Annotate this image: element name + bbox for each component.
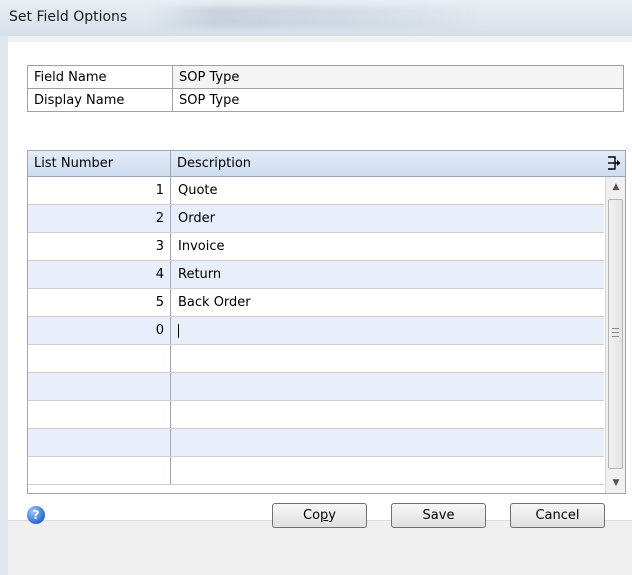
field-info-table: Field Name SOP Type Display Name SOP Typ… bbox=[27, 65, 624, 112]
table-row[interactable]: 4 Return bbox=[28, 261, 604, 289]
help-icon[interactable]: ? bbox=[27, 506, 45, 524]
scroll-up-icon[interactable]: ▲ bbox=[607, 178, 625, 196]
table-row[interactable] bbox=[28, 429, 604, 457]
field-name-value: SOP Type bbox=[172, 65, 624, 89]
column-header-description[interactable]: Description bbox=[171, 151, 591, 176]
grid-header: List Number Description bbox=[28, 151, 625, 177]
description-input-active[interactable] bbox=[178, 317, 179, 344]
list-number-cell[interactable]: 4 bbox=[28, 261, 171, 288]
description-cell[interactable]: Order bbox=[178, 205, 215, 232]
grip-icon bbox=[612, 328, 619, 337]
table-row[interactable] bbox=[28, 345, 604, 373]
blurred-background bbox=[150, 6, 480, 28]
display-name-label: Display Name bbox=[27, 88, 173, 112]
set-field-options-window: Set Field Options Field Name SOP Type Di… bbox=[0, 0, 632, 575]
list-number-cell[interactable]: 3 bbox=[28, 233, 171, 260]
table-row[interactable]: 0 bbox=[28, 317, 604, 345]
list-number-cell[interactable] bbox=[28, 401, 171, 428]
copy-label-part: y bbox=[328, 508, 336, 523]
list-number-cell[interactable]: 5 bbox=[28, 289, 171, 316]
display-name-field[interactable]: SOP Type bbox=[172, 88, 624, 112]
grid-vertical-scrollbar[interactable]: ▲ ▼ bbox=[605, 177, 625, 493]
title-bar: Set Field Options bbox=[0, 0, 632, 37]
expand-arrow-icon[interactable] bbox=[605, 154, 623, 172]
column-header-list-number[interactable]: List Number bbox=[28, 151, 171, 176]
cancel-button[interactable]: Cancel bbox=[510, 503, 605, 528]
table-row[interactable]: 5 Back Order bbox=[28, 289, 604, 317]
description-cell[interactable]: Invoice bbox=[178, 233, 224, 260]
display-name-row: Display Name SOP Type bbox=[27, 88, 624, 112]
table-row[interactable] bbox=[28, 457, 604, 485]
list-options-grid: List Number Description 1 Quote 2 Order bbox=[27, 150, 626, 494]
scrollbar-thumb[interactable] bbox=[608, 199, 623, 469]
field-name-row: Field Name SOP Type bbox=[27, 65, 624, 89]
save-button[interactable]: Save bbox=[391, 503, 486, 528]
copy-button[interactable]: Copy bbox=[272, 503, 367, 528]
table-row[interactable]: 2 Order bbox=[28, 205, 604, 233]
dialog-client-area: Field Name SOP Type Display Name SOP Typ… bbox=[8, 36, 632, 575]
window-title: Set Field Options bbox=[9, 9, 128, 25]
grid-rows: 1 Quote 2 Order 3 Invoice 4 Return 5 Bac… bbox=[28, 177, 604, 485]
field-name-label: Field Name bbox=[27, 65, 173, 89]
description-cell[interactable]: Back Order bbox=[178, 289, 251, 316]
table-row[interactable] bbox=[28, 373, 604, 401]
list-number-cell[interactable] bbox=[28, 373, 171, 400]
list-number-cell[interactable] bbox=[28, 345, 171, 372]
text-cursor bbox=[178, 323, 179, 338]
table-row[interactable] bbox=[28, 401, 604, 429]
list-number-cell[interactable] bbox=[28, 457, 171, 484]
table-row[interactable]: 3 Invoice bbox=[28, 233, 604, 261]
list-number-cell[interactable]: 0 bbox=[28, 317, 171, 344]
description-cell[interactable]: Quote bbox=[178, 177, 218, 204]
list-number-cell[interactable]: 2 bbox=[28, 205, 171, 232]
list-number-cell[interactable]: 1 bbox=[28, 177, 171, 204]
table-row[interactable]: 1 Quote bbox=[28, 177, 604, 205]
scroll-down-icon[interactable]: ▼ bbox=[607, 474, 625, 492]
description-cell[interactable]: Return bbox=[178, 261, 221, 288]
window-left-border bbox=[0, 36, 8, 575]
copy-label-part: Co bbox=[303, 508, 321, 523]
list-number-cell[interactable] bbox=[28, 429, 171, 456]
